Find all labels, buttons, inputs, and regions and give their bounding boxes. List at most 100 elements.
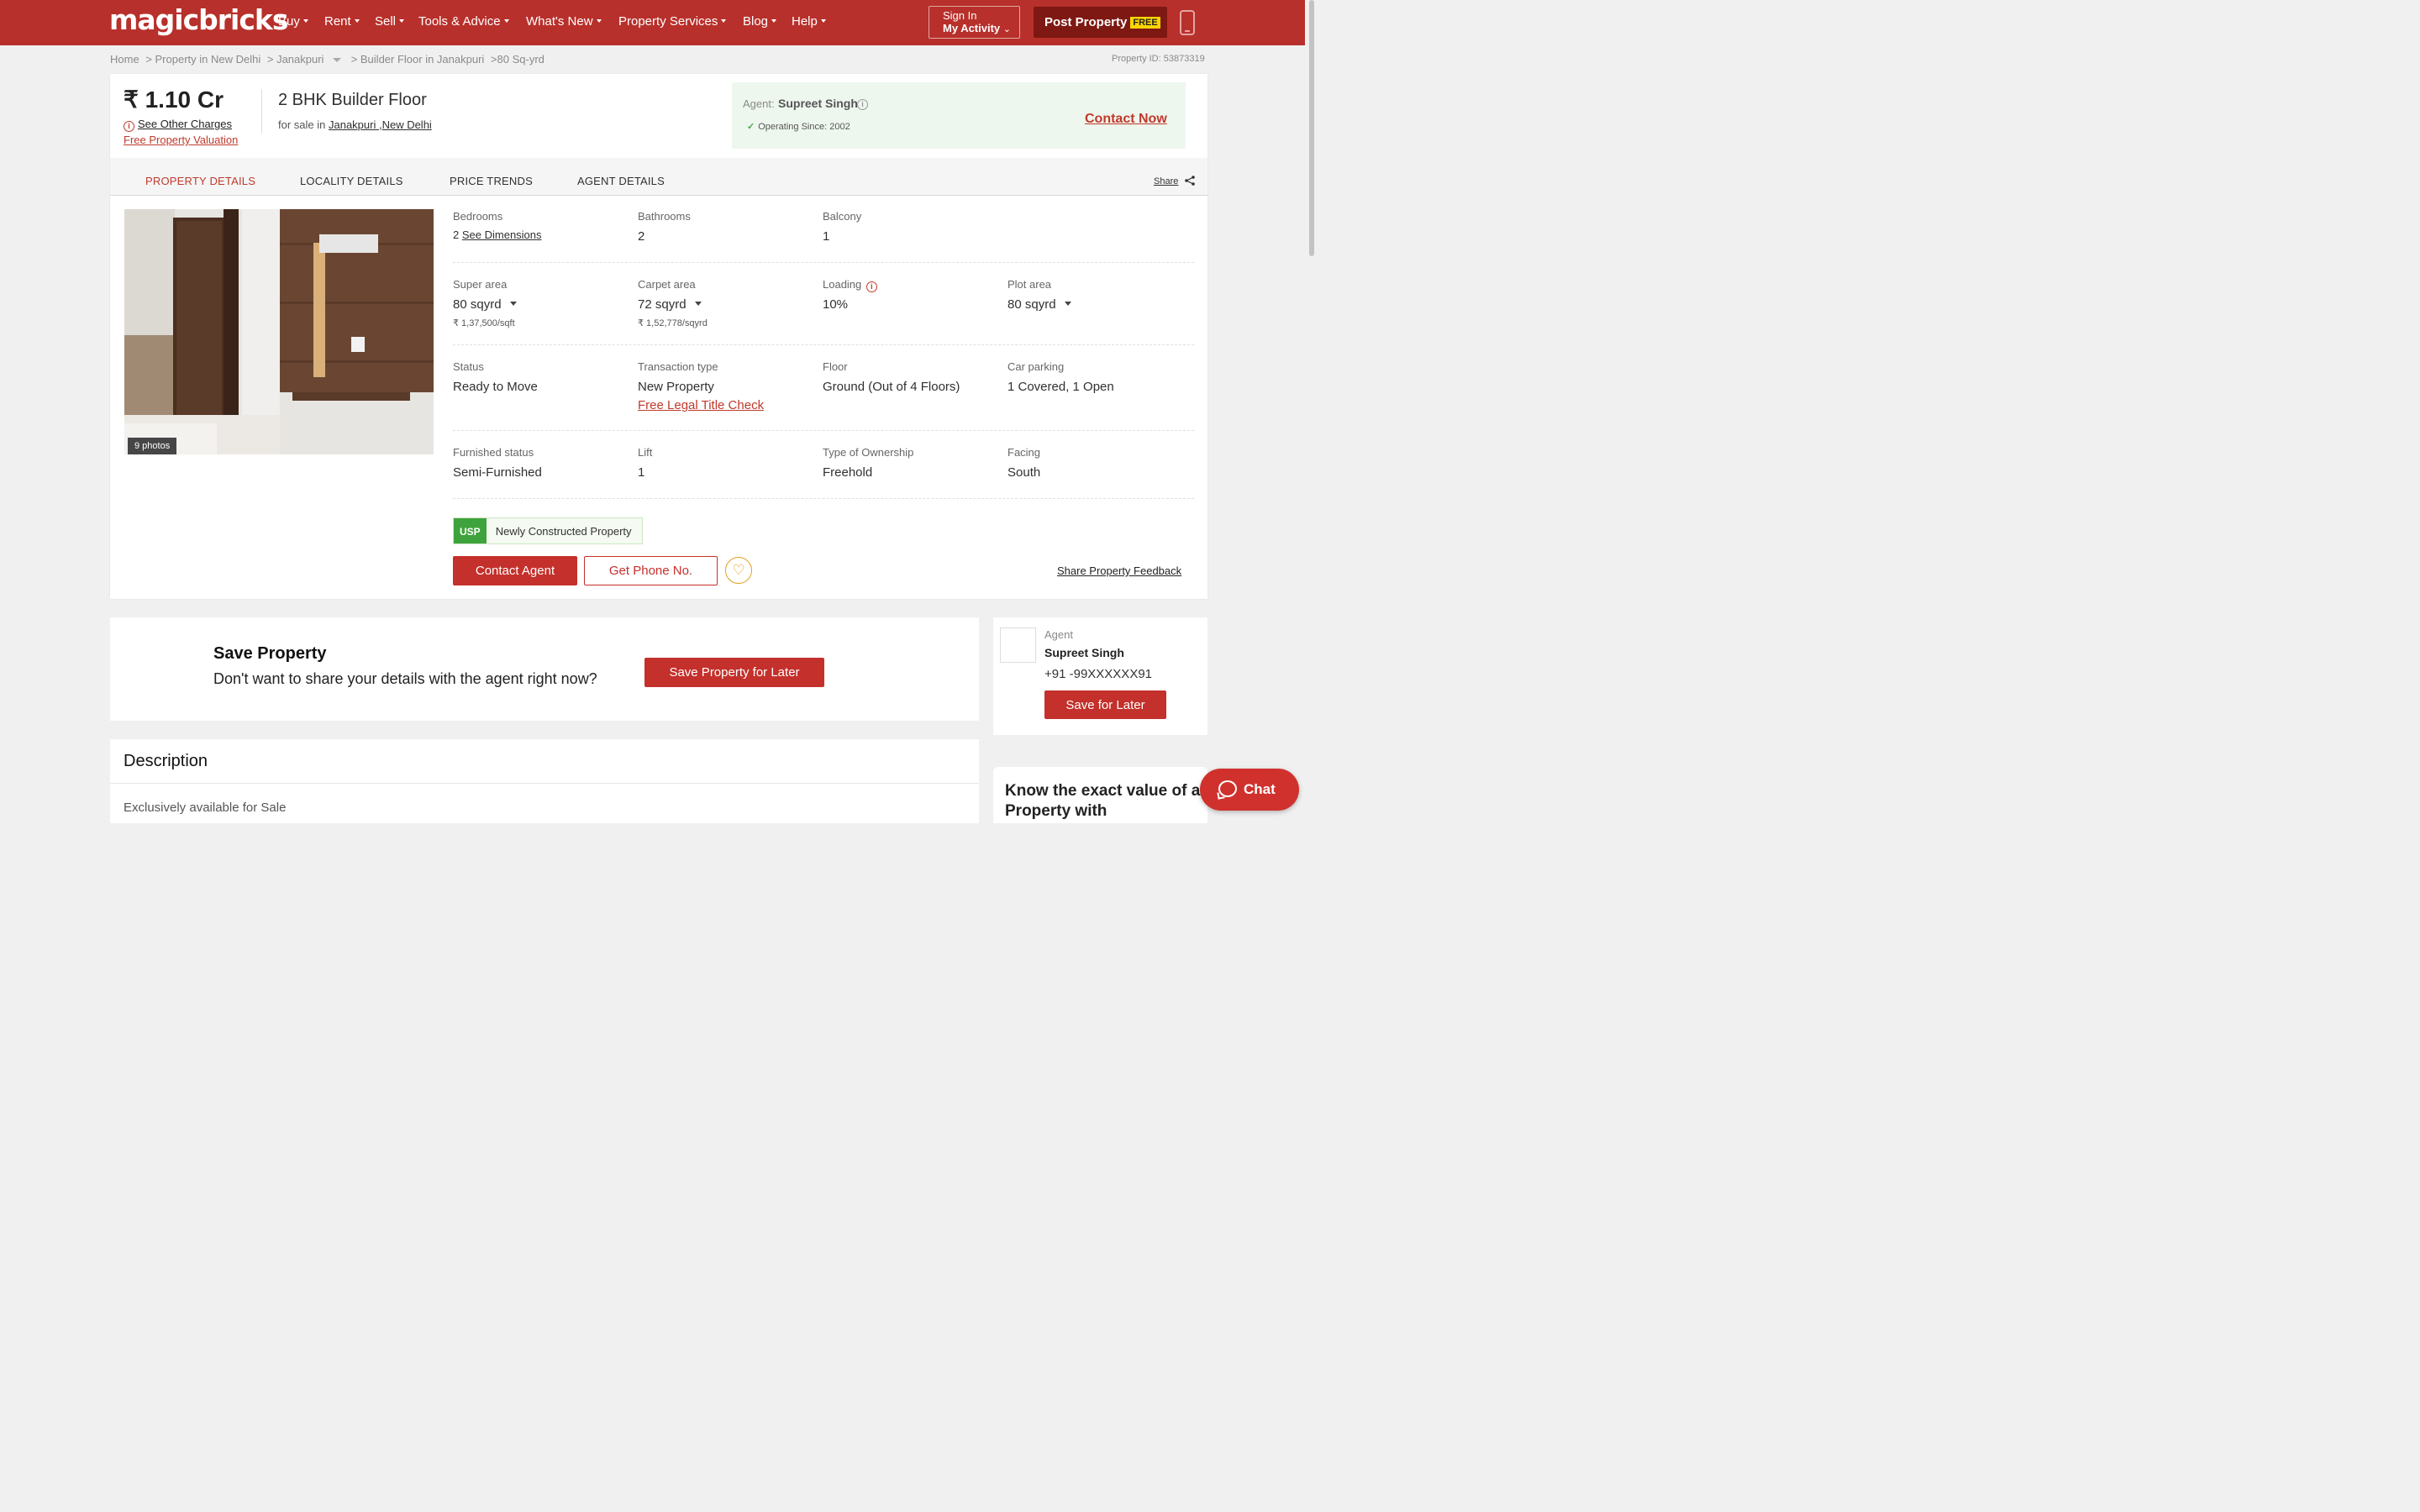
save-property-title: Save Property <box>213 644 327 663</box>
nav-help[interactable]: Help <box>792 14 826 29</box>
share-link[interactable]: Share <box>1154 176 1178 186</box>
bathrooms-label: Bathrooms <box>638 210 691 223</box>
save-for-later-button[interactable]: Save for Later <box>1044 690 1166 719</box>
sign-in-my-activity-button[interactable]: Sign In My Activity ⌄ <box>929 6 1020 39</box>
property-title: 2 BHK Builder Floor <box>278 91 427 109</box>
contact-agent-button[interactable]: Contact Agent <box>453 556 577 585</box>
nav-property-services[interactable]: Property Services <box>618 14 727 29</box>
nav-blog[interactable]: Blog <box>743 14 777 29</box>
nav-whats-new[interactable]: What's New <box>526 14 602 29</box>
magicbricks-logo[interactable]: magicbricks <box>109 3 289 36</box>
breadcrumb-home[interactable]: Home <box>110 53 139 66</box>
nav-buy[interactable]: Buy <box>278 14 308 29</box>
get-phone-button[interactable]: Get Phone No. <box>584 556 718 585</box>
breadcrumb-current: >80 Sq-yrd <box>490 53 544 66</box>
free-legal-title-check-link[interactable]: Free Legal Title Check <box>638 398 764 412</box>
free-property-valuation-link[interactable]: Free Property Valuation <box>124 134 238 146</box>
breadcrumb-new-delhi[interactable]: > Property in New Delhi <box>145 53 260 66</box>
contact-now-link[interactable]: Contact Now <box>1085 112 1167 127</box>
post-property-button[interactable]: Post Property FREE <box>1034 7 1167 38</box>
know-value-card[interactable]: Know the exact value of a Property with <box>993 767 1207 823</box>
side-agent-phone: +91 -99XXXXXX91 <box>1044 667 1153 681</box>
agent-summary-box: Agent: Supreet Singh i ✓ Operating Since:… <box>732 82 1186 149</box>
breadcrumb-janakpuri-text: > Janakpuri <box>266 53 324 66</box>
chat-label: Chat <box>1244 781 1276 797</box>
operating-since: ✓ Operating Since: 2002 <box>747 121 850 132</box>
nav-tools-advice[interactable]: Tools & Advice <box>418 14 509 29</box>
scrollbar-thumb[interactable] <box>1309 0 1314 256</box>
usp-tag: USP <box>454 518 487 543</box>
status-label: Status <box>453 360 484 373</box>
breadcrumb: Home > Property in New Delhi > Janakpuri… <box>110 53 548 66</box>
share-property-feedback-link[interactable]: Share Property Feedback <box>1057 564 1181 577</box>
info-icon: i <box>124 121 134 132</box>
description-text: Exclusively available for Sale <box>124 801 287 815</box>
property-main-card: ₹ 1.10 Cr i See Other Charges Free Proper… <box>110 74 1207 599</box>
plot-area-dropdown[interactable]: 80 sqyrd <box>1007 297 1071 312</box>
agent-label: Agent: <box>743 97 775 110</box>
nav-rent[interactable]: Rent <box>324 14 360 29</box>
tab-property-details[interactable]: PROPERTY DETAILS <box>145 175 255 187</box>
caret-down-icon <box>302 19 308 23</box>
location-link[interactable]: Janakpuri ,New Delhi <box>329 118 432 131</box>
tab-agent-details[interactable]: AGENT DETAILS <box>577 175 665 187</box>
for-sale-in-label: for sale in <box>278 118 329 131</box>
info-icon[interactable]: i <box>865 281 877 292</box>
loading-label-text: Loading <box>823 278 862 291</box>
property-price: ₹ 1.10 Cr <box>124 87 224 113</box>
page-scrollbar[interactable] <box>1305 0 1318 823</box>
facing-label: Facing <box>1007 446 1041 459</box>
floor-value: Ground (Out of 4 Floors) <box>823 380 960 394</box>
share-icon[interactable] <box>1185 176 1195 186</box>
heart-icon[interactable]: ♡ <box>725 557 752 584</box>
ownership-value: Freehold <box>823 465 873 480</box>
property-photo[interactable]: 9 photos <box>124 209 434 454</box>
bedrooms-label: Bedrooms <box>453 210 503 223</box>
photo-count-badge[interactable]: 9 photos <box>128 438 177 454</box>
description-card: Description Exclusively available for Sa… <box>110 739 979 823</box>
row-divider <box>453 344 1194 345</box>
breadcrumb-janakpuri[interactable]: > Janakpuri <box>267 53 345 66</box>
row-divider <box>453 262 1194 263</box>
nav-sell[interactable]: Sell <box>375 14 405 29</box>
breadcrumb-builder-floor[interactable]: > Builder Floor in Janakpuri <box>351 53 485 66</box>
balcony-label: Balcony <box>823 210 862 223</box>
check-icon: ✓ <box>747 122 755 132</box>
info-icon[interactable]: i <box>857 99 868 110</box>
nav-label: Help <box>792 14 818 29</box>
tab-locality-details[interactable]: LOCALITY DETAILS <box>300 175 403 187</box>
ownership-label: Type of Ownership <box>823 446 914 459</box>
tab-price-trends[interactable]: PRICE TRENDS <box>450 175 533 187</box>
caret-down-icon <box>1064 302 1071 306</box>
caret-down-icon <box>503 19 509 23</box>
post-property-label: Post Property <box>1044 15 1128 29</box>
transaction-type-label: Transaction type <box>638 360 718 373</box>
chevron-down-icon: ⌄ <box>1002 24 1011 34</box>
side-agent-card: Agent Supreet Singh +91 -99XXXXXX91 Save… <box>993 617 1207 735</box>
my-activity-text: My Activity <box>943 22 1001 34</box>
agent-name[interactable]: Supreet Singh <box>778 97 858 110</box>
carpet-area-label: Carpet area <box>638 278 696 291</box>
caret-down-icon <box>596 19 602 23</box>
super-area-rate: ₹ 1,37,500/sqft <box>453 318 515 328</box>
caret-down-icon <box>509 302 517 306</box>
plot-area-label: Plot area <box>1007 278 1052 291</box>
furnished-status-value: Semi-Furnished <box>453 465 542 480</box>
chat-button[interactable]: Chat <box>1200 769 1299 811</box>
lift-label: Lift <box>638 446 653 459</box>
save-property-for-later-button[interactable]: Save Property for Later <box>644 658 824 687</box>
carpet-area-dropdown[interactable]: 72 sqyrd <box>638 297 702 312</box>
mobile-app-icon[interactable] <box>1180 10 1195 35</box>
save-property-subtitle: Don't want to share your details with th… <box>213 670 597 687</box>
car-parking-value: 1 Covered, 1 Open <box>1007 380 1114 394</box>
super-area-dropdown[interactable]: 80 sqyrd <box>453 297 517 312</box>
see-other-charges-link[interactable]: i See Other Charges <box>124 118 232 132</box>
caret-down-icon <box>721 19 727 23</box>
nav-label: Buy <box>278 14 300 29</box>
see-dimensions-link[interactable]: See Dimensions <box>462 228 542 241</box>
car-parking-label: Car parking <box>1007 360 1065 373</box>
divider <box>261 89 262 133</box>
valuation-free: Free <box>124 134 146 146</box>
caret-down-icon <box>399 19 405 23</box>
plot-area-value: 80 sqyrd <box>1007 297 1056 312</box>
